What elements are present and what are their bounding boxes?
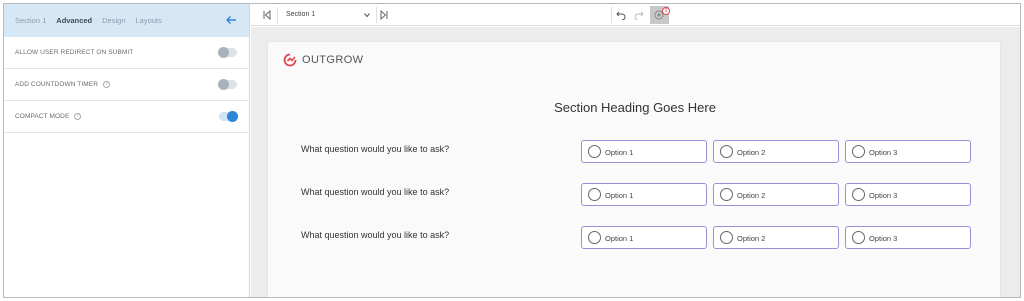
editor-canvas: OUTGROW Section Heading Goes Here What q… <box>251 27 1020 297</box>
option-choice[interactable]: Option 3 <box>845 183 971 206</box>
info-icon[interactable]: ? <box>103 81 111 88</box>
notification-badge: 0 <box>662 7 670 15</box>
option-label: Option 2 <box>737 148 766 157</box>
settings-sidebar: Section 1 Advanced Design Layouts ALLOW … <box>4 4 250 297</box>
toolbar-divider <box>376 7 377 23</box>
radio-circle <box>720 231 733 244</box>
arrow-left-icon[interactable] <box>224 13 238 27</box>
tab-advanced[interactable]: Advanced <box>56 16 92 25</box>
setting-allow-redirect: ALLOW USER REDIRECT ON SUBMIT <box>4 37 249 69</box>
chevron-down-icon <box>364 13 370 17</box>
section-select-value: Section 1 <box>286 11 316 18</box>
toolbar-divider <box>611 7 612 23</box>
option-choice[interactable]: Option 1 <box>581 183 707 206</box>
radio-circle <box>720 145 733 158</box>
toggle-knob <box>218 47 229 58</box>
option-label: Option 2 <box>737 191 766 200</box>
outgrow-logo: OUTGROW <box>283 53 363 67</box>
app-frame: Section 1 Advanced Design Layouts ALLOW … <box>3 3 1021 298</box>
radio-circle <box>852 145 865 158</box>
section-heading[interactable]: Section Heading Goes Here <box>268 100 1002 115</box>
toolbar-divider <box>277 7 278 23</box>
allow-redirect-toggle[interactable] <box>218 47 237 58</box>
section-select[interactable]: Section 1 <box>280 7 374 23</box>
info-icon[interactable]: ? <box>74 113 82 120</box>
radio-circle <box>588 188 601 201</box>
editor-toolbar: Section 1 0 <box>251 4 1020 26</box>
option-choice[interactable]: Option 3 <box>845 226 971 249</box>
option-choice[interactable]: Option 2 <box>713 226 839 249</box>
countdown-timer-toggle[interactable] <box>218 79 237 90</box>
option-choice[interactable]: Option 1 <box>581 140 707 163</box>
setting-compact-mode: COMPACT MODE ? <box>4 101 249 133</box>
compact-mode-toggle[interactable] <box>219 111 238 122</box>
skip-back-icon[interactable] <box>262 10 272 20</box>
option-label: Option 3 <box>869 234 898 243</box>
logo-text: OUTGROW <box>302 54 364 66</box>
option-label: Option 1 <box>605 148 634 157</box>
radio-circle <box>588 231 601 244</box>
question-text[interactable]: What question would you like to ask? <box>301 144 449 154</box>
setting-countdown-timer: ADD COUNTDOWN TIMER ? <box>4 69 249 101</box>
option-choice[interactable]: Option 1 <box>581 226 707 249</box>
form-preview-card: OUTGROW Section Heading Goes Here What q… <box>267 41 1002 297</box>
skip-forward-icon[interactable] <box>379 10 389 20</box>
tab-layouts[interactable]: Layouts <box>136 16 162 25</box>
option-label: Option 1 <box>605 191 634 200</box>
radio-circle <box>852 231 865 244</box>
option-label: Option 2 <box>737 234 766 243</box>
setting-label: ALLOW USER REDIRECT ON SUBMIT <box>15 49 134 56</box>
setting-label: ADD COUNTDOWN TIMER <box>15 81 99 88</box>
option-choice[interactable]: Option 2 <box>713 140 839 163</box>
radio-circle <box>720 188 733 201</box>
sidebar-tabs: Section 1 Advanced Design Layouts <box>4 4 249 37</box>
tab-section-1[interactable]: Section 1 <box>15 16 46 25</box>
option-label: Option 1 <box>605 234 634 243</box>
radio-circle <box>852 188 865 201</box>
redo-icon[interactable] <box>634 10 644 20</box>
tab-design[interactable]: Design <box>102 16 125 25</box>
option-choice[interactable]: Option 3 <box>845 140 971 163</box>
outgrow-logo-icon <box>283 53 297 67</box>
question-text[interactable]: What question would you like to ask? <box>301 187 449 197</box>
question-text[interactable]: What question would you like to ask? <box>301 230 449 240</box>
radio-circle <box>588 145 601 158</box>
setting-label: COMPACT MODE <box>15 113 70 120</box>
option-label: Option 3 <box>869 148 898 157</box>
option-label: Option 3 <box>869 191 898 200</box>
option-choice[interactable]: Option 2 <box>713 183 839 206</box>
toggle-knob <box>227 111 238 122</box>
toggle-knob <box>218 79 229 90</box>
undo-icon[interactable] <box>616 10 626 20</box>
